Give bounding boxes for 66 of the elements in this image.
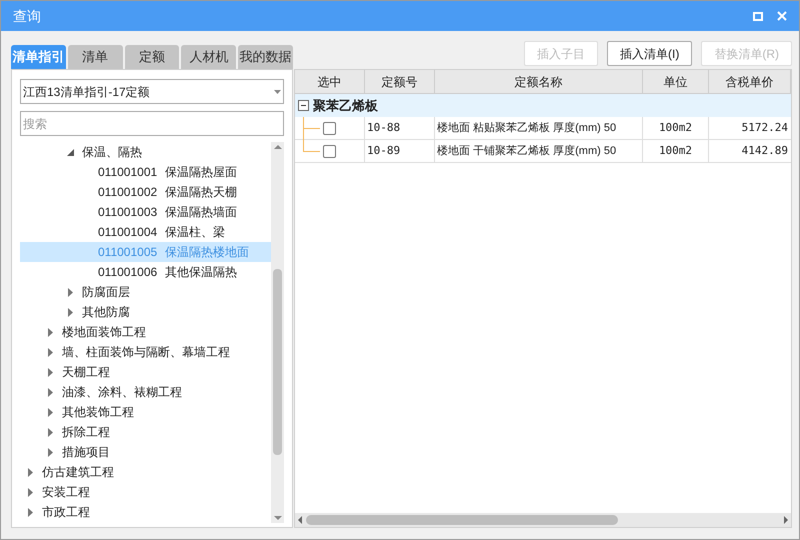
vertical-scrollbar[interactable]	[271, 142, 284, 523]
column-header[interactable]: 定额号	[365, 70, 435, 93]
table-cell: 10-89	[365, 140, 435, 162]
expand-triangle-icon[interactable]	[68, 308, 72, 316]
tab[interactable]: 我的数据	[238, 45, 293, 69]
table-cell: 楼地面 粘贴聚苯乙烯板 厚度(mm) 50	[435, 117, 643, 139]
scroll-down-arrow-icon[interactable]	[274, 516, 282, 520]
collapse-icon[interactable]	[298, 100, 309, 111]
tree-item[interactable]: 仿古建筑工程	[20, 462, 271, 482]
expand-triangle-icon[interactable]	[28, 508, 32, 516]
tree-item[interactable]: 其他防腐	[20, 302, 271, 322]
scroll-up-arrow-icon[interactable]	[274, 145, 282, 149]
expand-triangle-icon[interactable]	[48, 408, 52, 416]
scroll-right-arrow-icon[interactable]	[784, 516, 788, 524]
close-icon[interactable]	[777, 11, 787, 21]
table-cell-text: 4142.89	[740, 142, 789, 159]
tree-item[interactable]: 其他装饰工程	[20, 402, 271, 422]
checkbox[interactable]	[323, 122, 336, 134]
search-field[interactable]: 搜索	[20, 111, 284, 136]
tree-item[interactable]: 011001004 保温柱、梁	[20, 222, 271, 242]
tree-item[interactable]: 011001002 保温隔热天棚	[20, 182, 271, 202]
table-cell: 10-88	[365, 117, 435, 139]
expand-triangle-icon[interactable]	[28, 468, 32, 476]
maximize-icon[interactable]	[753, 12, 763, 20]
tree-item[interactable]: 011001001 保温隔热屋面	[20, 162, 271, 182]
group-row[interactable]: 聚苯乙烯板	[295, 94, 791, 117]
action-button[interactable]: 插入清单(I)	[607, 41, 692, 66]
tree-item[interactable]: 拆除工程	[20, 422, 271, 442]
tree-item[interactable]: 安装工程	[20, 482, 271, 502]
expand-triangle-icon[interactable]	[48, 428, 52, 436]
tree-item[interactable]: 市政工程	[20, 502, 271, 522]
expand-triangle-icon[interactable]	[48, 368, 52, 376]
tree-item[interactable]: 天棚工程	[20, 362, 271, 382]
horizontal-scrollbar[interactable]	[295, 513, 791, 527]
expand-triangle-icon[interactable]	[28, 488, 32, 496]
table-cell-text: 5172.24	[740, 120, 789, 136]
expand-triangle-icon[interactable]	[48, 448, 52, 456]
expand-triangle-icon[interactable]	[48, 328, 52, 336]
dropdown-caret-icon[interactable]	[274, 90, 281, 94]
tab[interactable]: 定额	[124, 45, 180, 69]
tree-item[interactable]: 油漆、涂料、裱糊工程	[20, 382, 271, 402]
column-header[interactable]: 定额名称	[435, 70, 643, 93]
tab[interactable]: 清单	[68, 45, 123, 69]
window-title: 查询	[13, 6, 41, 26]
column-header[interactable]: 单位	[643, 70, 709, 93]
expand-triangle-icon[interactable]	[48, 388, 52, 396]
expand-triangle-icon[interactable]	[68, 288, 72, 296]
table-cell: 楼地面 干铺聚苯乙烯板 厚度(mm) 50	[435, 140, 643, 162]
column-header[interactable]: 含税单价	[709, 70, 791, 93]
tree-item[interactable]: 墙、柱面装饰与隔断、幕墙工程	[20, 342, 271, 362]
scroll-left-arrow-icon[interactable]	[298, 516, 302, 524]
table-cell: 100m2	[643, 117, 709, 139]
tree-item[interactable]: 011001003 保温隔热墙面	[20, 202, 271, 222]
tab[interactable]: 人材机	[181, 45, 236, 69]
group-title: 聚苯乙烯板	[313, 96, 378, 115]
collapse-triangle-icon[interactable]	[66, 148, 74, 156]
tree-item[interactable]: 保温、隔热	[20, 142, 271, 162]
column-header[interactable]: 选中	[295, 70, 365, 93]
tree-item[interactable]: 011001006 其他保温隔热	[20, 262, 271, 282]
checkbox[interactable]	[323, 144, 336, 158]
tree-item[interactable]: 楼地面装饰工程	[20, 322, 271, 342]
tree-item[interactable]: 措施项目	[20, 442, 271, 462]
table-cell: 100m2	[643, 140, 709, 162]
library-dropdown[interactable]: 江西13清单指引-17定额	[20, 79, 284, 104]
expand-triangle-icon[interactable]	[48, 348, 52, 356]
tree-item[interactable]: 防腐面层	[20, 282, 271, 302]
